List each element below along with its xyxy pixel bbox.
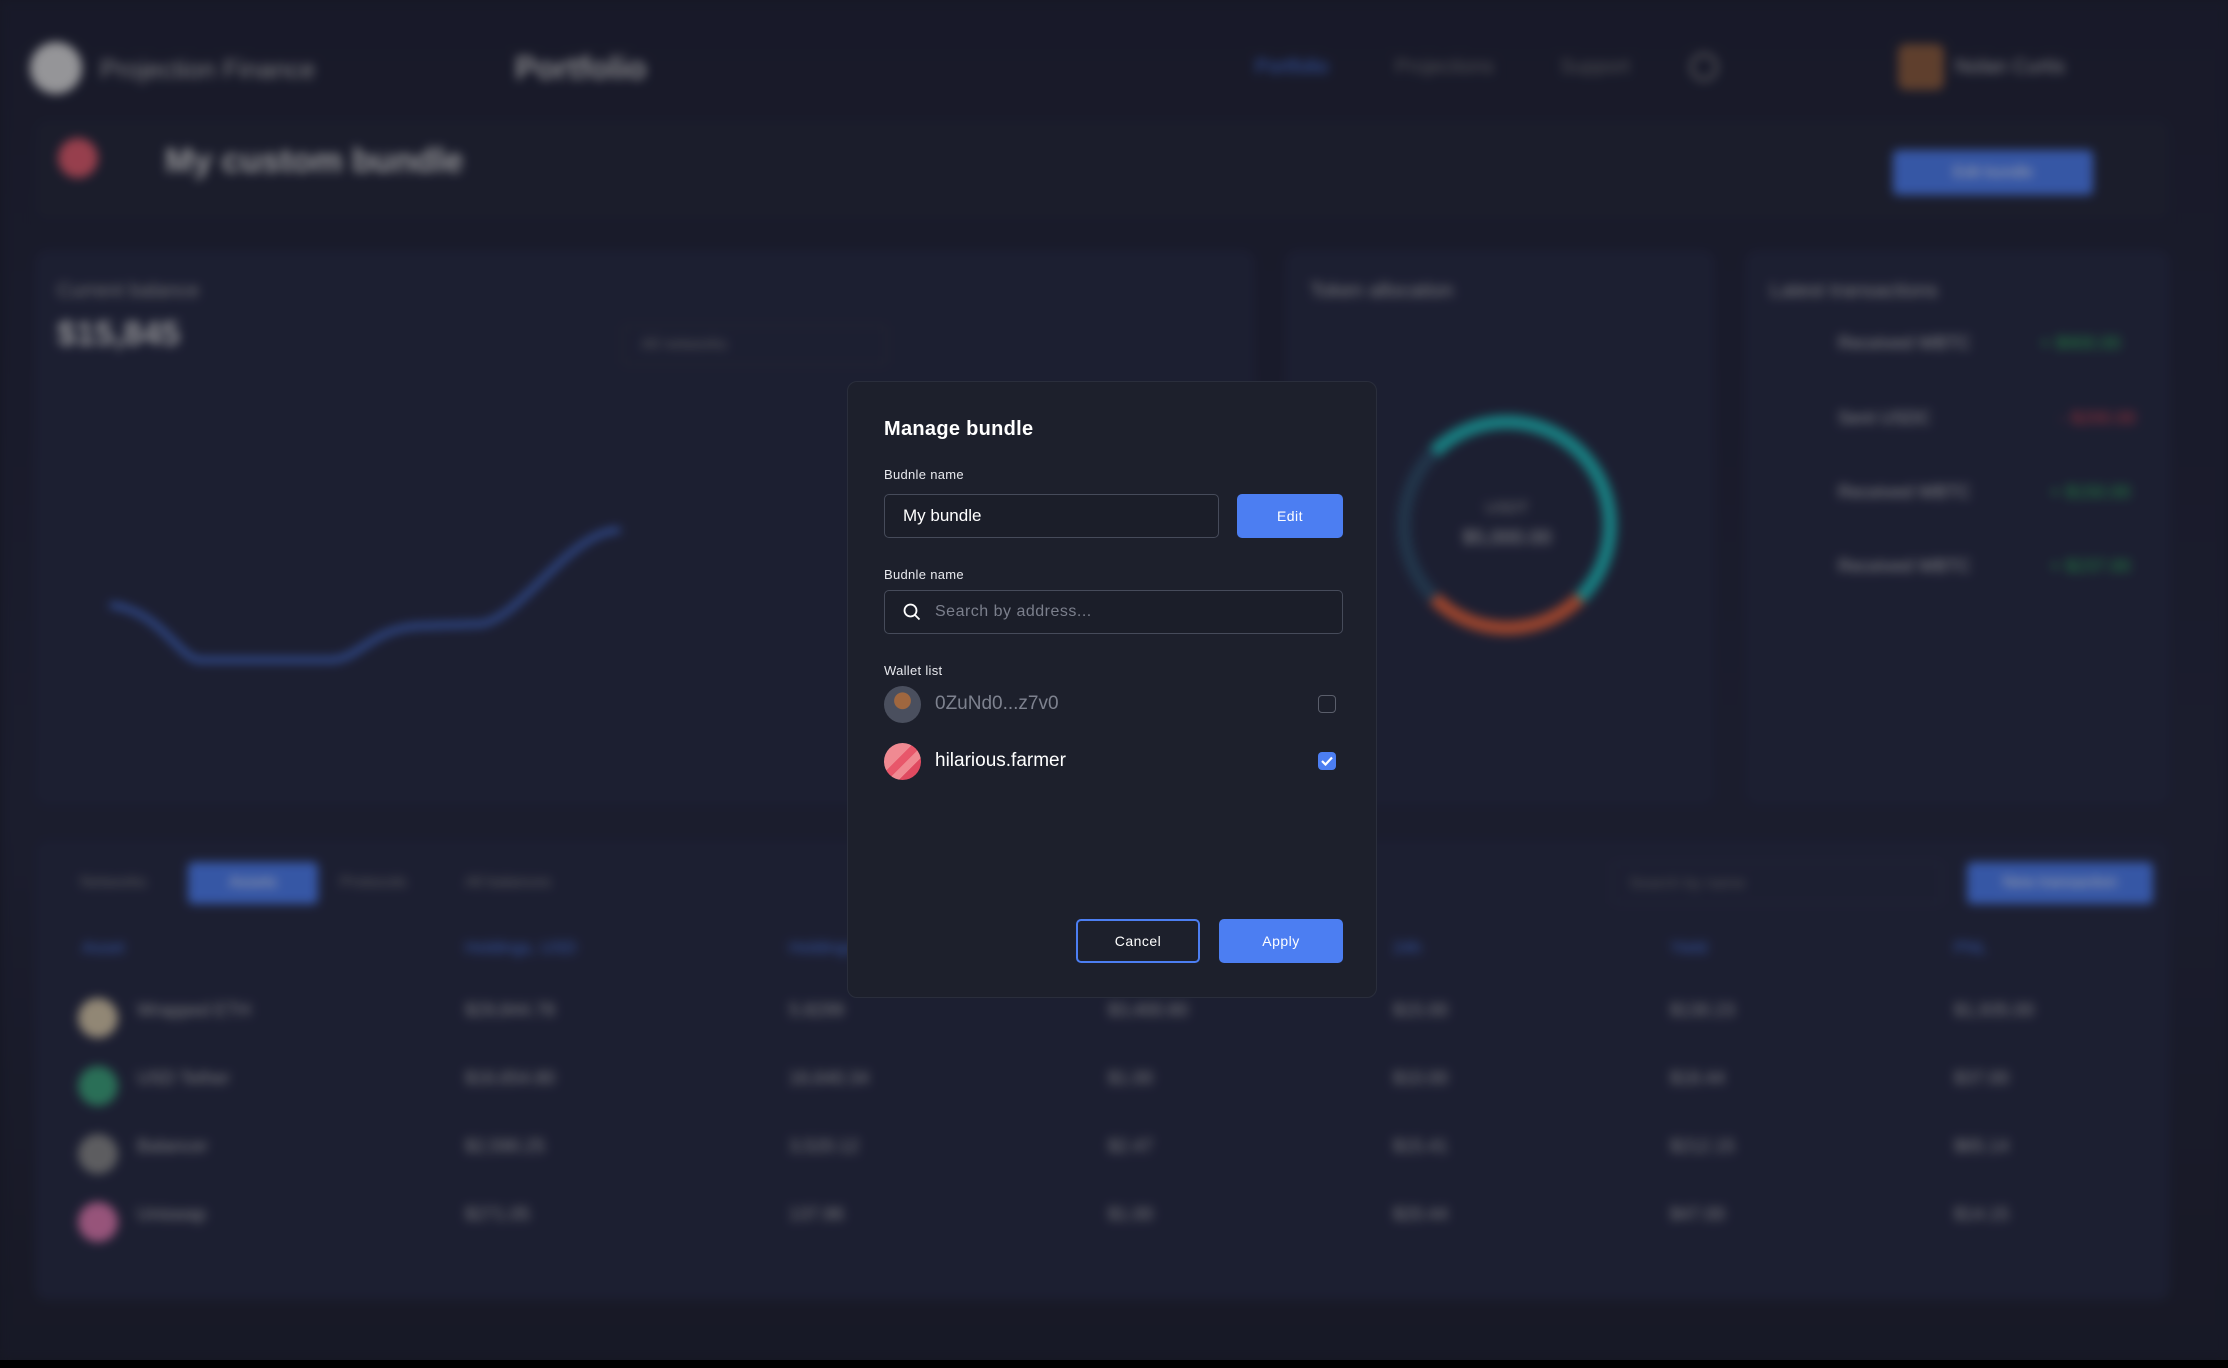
wallet-list-label: Wallet list: [884, 663, 943, 678]
wallet-name: hilarious.farmer: [935, 750, 1066, 771]
bottom-edge: [0, 1360, 2228, 1368]
wallet-avatar: [884, 685, 921, 723]
wallet-name: 0ZuNd0...z7v0: [935, 693, 1059, 714]
wallet-item[interactable]: hilarious.farmer: [884, 741, 1344, 781]
bundle-name-label: Budnle name: [884, 467, 964, 482]
apply-button[interactable]: Apply: [1219, 919, 1343, 963]
wallet-item[interactable]: 0ZuNd0...z7v0: [884, 684, 1344, 724]
search-address-input[interactable]: Search by address...: [884, 590, 1343, 634]
manage-bundle-dialog: Manage bundle Budnle name My bundle Edit…: [847, 381, 1377, 998]
bundle-name-input[interactable]: My bundle: [884, 494, 1219, 538]
search-placeholder: Search by address...: [935, 603, 1092, 620]
dialog-title: Manage bundle: [884, 418, 1034, 440]
edit-button[interactable]: Edit: [1237, 494, 1343, 538]
wallet-avatar: [884, 742, 921, 780]
search-icon: [903, 603, 921, 621]
wallet-checkbox[interactable]: [1318, 695, 1336, 713]
search-label: Budnle name: [884, 567, 964, 582]
cancel-button[interactable]: Cancel: [1076, 919, 1200, 963]
wallet-checkbox[interactable]: [1318, 752, 1336, 770]
check-icon: [1321, 756, 1333, 766]
bundle-name-value: My bundle: [903, 506, 982, 525]
